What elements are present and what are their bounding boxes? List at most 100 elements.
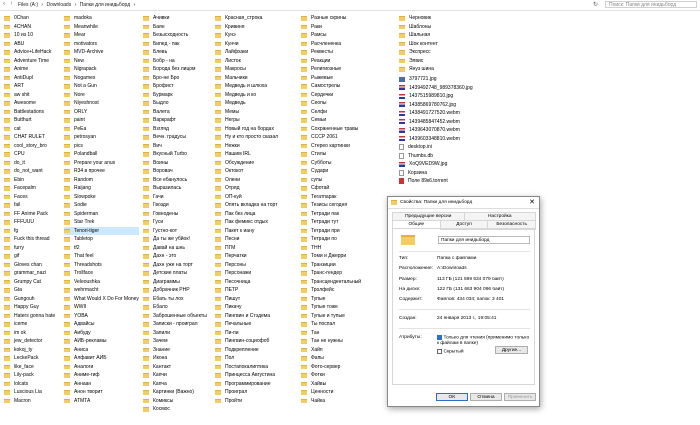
file-item[interactable]: Fuck this thread [4,235,55,244]
file-item[interactable]: Gungouh [4,295,55,304]
file-item[interactable]: Ну и кто просто сказал [215,133,278,142]
file-item[interactable]: Записки - проиграл [143,320,207,329]
file-item[interactable]: Not a Gun [64,82,139,91]
file-item[interactable]: Сеопы [301,99,361,108]
file-item[interactable]: Тупые [301,295,361,304]
file-item[interactable]: Slowpoke [64,193,139,202]
file-item[interactable]: Вкусный Turbo [143,150,207,159]
file-item[interactable]: Вич [143,142,207,151]
file-item[interactable]: FF Anime Pack [4,210,55,219]
file-item[interactable]: Негры [215,116,278,125]
file-item[interactable]: Брофист [143,82,207,91]
readonly-option[interactable]: Только для чтения (применимо только к фа… [437,335,530,347]
file-item[interactable]: Печальные [215,320,278,329]
file-item[interactable]: Зачем [143,337,207,346]
file-item[interactable]: Тан [301,329,361,338]
file-item[interactable]: Стилы [301,150,361,159]
file-item[interactable]: Лайфхаки [215,48,278,57]
file-item[interactable]: Ебать ты лох [143,295,207,304]
hidden-checkbox[interactable] [437,349,442,354]
file-item[interactable]: Мемы [215,108,278,117]
file-item[interactable]: Листок [215,57,278,66]
file-item[interactable]: Космос [143,405,207,414]
file-item[interactable]: furry [4,244,55,253]
file-item[interactable]: Рамсы [301,31,361,40]
file-item[interactable]: Транзиции [301,261,361,270]
file-item[interactable]: petrosyan [64,133,139,142]
file-item[interactable]: Tabletop [64,235,139,244]
advanced-button[interactable]: Другие... [495,346,528,354]
file-item[interactable]: Вечн. градусы [143,133,207,142]
file-item[interactable]: Пикачу [215,303,278,312]
file-item[interactable]: Безысходность [143,31,207,40]
file-item[interactable]: Варкрафт [143,116,207,125]
file-item[interactable]: АИБ-рекламы [64,337,139,346]
file-item[interactable]: Анон творит [64,388,139,397]
file-item[interactable]: paint [64,116,139,125]
file-item[interactable]: Сердечки [301,91,361,100]
file-item[interactable]: Раки [301,23,361,32]
file-item[interactable]: Персонажи [215,269,278,278]
file-item[interactable]: Элвис [399,57,438,66]
file-item[interactable]: 4CHAN [4,23,55,32]
file-item[interactable]: Spiderman [64,210,139,219]
file-item[interactable]: Гвозди [143,201,207,210]
file-item[interactable]: 14385869780762.jpg [399,101,473,110]
file-item[interactable]: Транс-гендер [301,269,361,278]
file-item[interactable]: cat [4,125,55,134]
file-item[interactable]: АТМТА [64,397,139,406]
file-item[interactable]: Пак без лица [215,210,278,219]
file-item[interactable]: Песни [215,235,278,244]
file-item[interactable]: 0Chan [4,14,55,23]
file-item[interactable]: Комиксы [143,397,207,406]
file-item[interactable]: Тетради тут [301,218,361,227]
file-item[interactable]: 1439485847452.webm [399,118,473,127]
file-item[interactable]: Черновик [399,14,438,23]
file-item[interactable]: Баян [143,23,207,32]
file-item[interactable]: Шальная [399,31,438,40]
file-item[interactable]: Prepare your anus [64,159,139,168]
file-item[interactable]: im ok [4,329,55,338]
file-item[interactable]: do_not_want [4,167,55,176]
file-item[interactable]: Аннаан [64,380,139,389]
file-item[interactable]: Фото-сервер [301,363,361,372]
file-item[interactable]: Ачивки [143,14,207,23]
file-item[interactable]: Meanwhile [64,23,139,32]
file-item[interactable]: Battlestations [4,108,55,117]
file-item[interactable]: Аибуду [64,329,139,338]
file-item[interactable]: Октокот [215,167,278,176]
file-item[interactable]: Haters gonna hate [4,312,55,321]
file-item[interactable]: Реакции [301,57,361,66]
file-item[interactable]: ART [4,82,55,91]
file-item[interactable]: lolcats [4,380,55,389]
file-item[interactable]: Медведь и шлюха [215,82,278,91]
file-item[interactable]: Thumbs.db [399,152,473,161]
file-item[interactable]: XoQ9VED9W.jpg [399,160,473,169]
file-item[interactable]: Воровач [143,167,207,176]
file-item[interactable]: Бро-не Бро [143,74,207,83]
file-item[interactable]: Faces [4,193,55,202]
file-item[interactable]: супы [301,176,361,185]
file-item[interactable]: Фапы [301,354,361,363]
file-item[interactable]: PeEa [64,125,139,134]
file-item[interactable]: Адвайсы [64,320,139,329]
file-item[interactable]: Постапокалиптика [215,363,278,372]
file-item[interactable]: R34 в прочее [64,167,139,176]
file-item[interactable]: ПГМ [215,244,278,253]
file-item[interactable]: New [64,57,139,66]
file-item[interactable]: Тетради по [301,235,361,244]
file-item[interactable]: Да ты же убйок! [143,235,207,244]
file-item[interactable]: Трансцендентальный [301,278,361,287]
file-item[interactable]: Чайка [301,397,361,406]
file-item[interactable]: Ебало [143,303,207,312]
file-item[interactable]: Awesome [4,99,55,108]
file-item[interactable]: Тезисы сегодня [301,201,361,210]
file-item[interactable]: Random [64,176,139,185]
file-item[interactable]: 3797721.jpg [399,75,473,84]
file-item[interactable]: ТНН [301,244,361,253]
search-input[interactable]: Поиск: Папки для инидьборд [605,1,697,8]
file-item[interactable]: Пи-пи [215,329,278,338]
file-item[interactable]: gif [4,252,55,261]
folder-name-input[interactable]: Папки для инидьборд [438,236,530,244]
breadcrumb-item[interactable]: Files (A:) [18,2,38,8]
